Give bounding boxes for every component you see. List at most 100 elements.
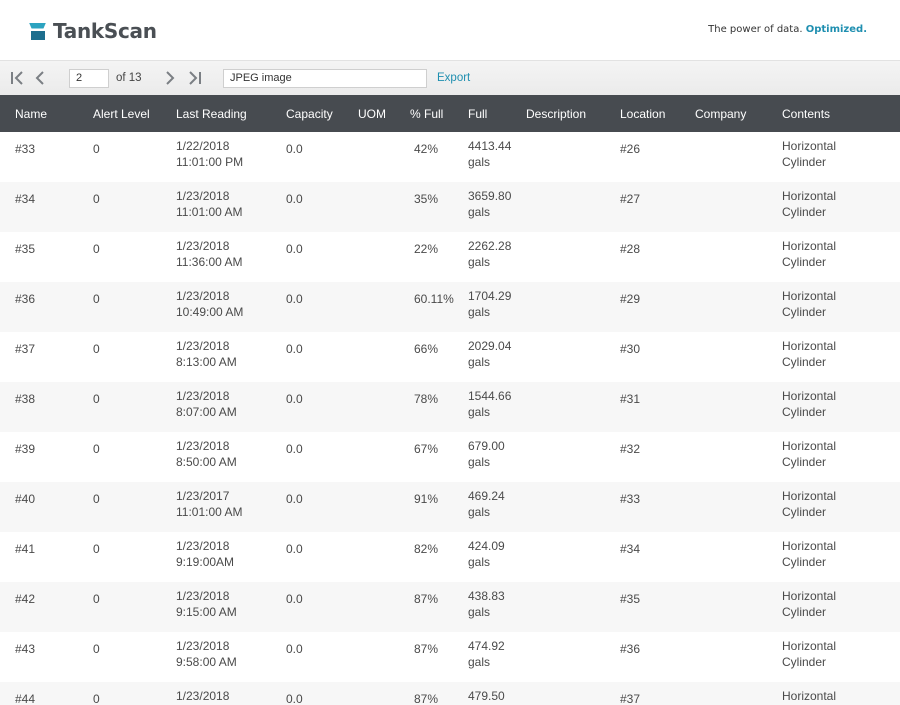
cell-contents-line1: Horizontal	[782, 689, 837, 703]
table-row[interactable]: #38 0 1/23/2018 8:07:00 AM 0.0 78% 1544.66 gals…	[0, 382, 900, 432]
cell-contents-line2: Cylinder	[782, 605, 827, 619]
cell-last-reading-date: 1/23/2017	[176, 489, 230, 503]
cell-percent-full: 60.11%	[414, 292, 454, 306]
cell-name: #37	[15, 342, 36, 356]
cell-contents-line2: Cylinder	[782, 255, 827, 269]
cell-contents-line2: Cylinder	[782, 305, 827, 319]
cell-full-amount: 469.24	[468, 489, 505, 503]
table-row[interactable]: #41 0 1/23/2018 9:19:00AM 0.0 82% 424.09 gals #3…	[0, 532, 900, 582]
next-page-icon[interactable]	[162, 69, 178, 87]
cell-last-reading-time: 11:01:00 AM	[176, 205, 243, 219]
column-header-contents[interactable]: Contents	[782, 107, 830, 121]
cell-full-unit: gals	[468, 405, 491, 419]
column-header-full[interactable]: Full	[468, 107, 487, 121]
tagline: The power of data. Optimized.	[708, 24, 867, 35]
cell-full-unit: gals	[468, 205, 491, 219]
page-number-input[interactable]: 2	[69, 69, 109, 88]
cell-location: #31	[620, 392, 641, 406]
cell-name: #40	[15, 492, 36, 506]
table-row[interactable]: #37 0 1/23/2018 8:13:00 AM 0.0 66% 2029.04 gals…	[0, 332, 900, 382]
cell-capacity: 0.0	[286, 292, 303, 306]
cell-percent-full: 22%	[414, 242, 439, 256]
cell-contents-line2: Cylinder	[782, 455, 827, 469]
cell-last-reading-date: 1/23/2018	[176, 439, 230, 453]
last-page-icon[interactable]	[187, 69, 203, 87]
cell-alert-level: 0	[93, 192, 100, 206]
cell-location: #34	[620, 542, 641, 556]
cell-percent-full: 87%	[414, 692, 439, 705]
cell-full-unit: gals	[468, 305, 491, 319]
cell-capacity: 0.0	[286, 592, 303, 606]
table-row[interactable]: #39 0 1/23/2018 8:50:00 AM 0.0 67% 679.00 gals #…	[0, 432, 900, 482]
cell-name: #44	[15, 692, 36, 705]
cell-last-reading-date: 1/23/2018	[176, 239, 230, 253]
cell-capacity: 0.0	[286, 242, 303, 256]
cell-name: #42	[15, 592, 36, 606]
table-row[interactable]: #36 0 1/23/2018 10:49:00 AM 0.0 60.11% 1704.29…	[0, 282, 900, 332]
cell-contents-line1: Horizontal	[782, 289, 837, 303]
cell-location: #33	[620, 492, 641, 506]
cell-last-reading-time: 11:36:00 AM	[176, 255, 243, 269]
cell-alert-level: 0	[93, 442, 100, 456]
cell-last-reading-date: 1/23/2018	[176, 289, 230, 303]
cell-full-amount: 479.50	[468, 689, 505, 703]
cell-alert-level: 0	[93, 392, 100, 406]
cell-last-reading-time: 8:07:00 AM	[176, 405, 237, 419]
cell-location: #29	[620, 292, 641, 306]
cell-last-reading-time: 9:19:00AM	[176, 555, 235, 569]
prev-page-icon[interactable]	[32, 69, 48, 87]
column-header-last-reading[interactable]: Last Reading	[176, 107, 247, 121]
table-row[interactable]: #35 0 1/23/2018 11:36:00 AM 0.0 22% 2262.28 gal…	[0, 232, 900, 282]
cell-name: #41	[15, 542, 36, 556]
cell-contents-line1: Horizontal	[782, 539, 837, 553]
cell-name: #36	[15, 292, 36, 306]
table-row[interactable]: #43 0 1/23/2018 9:58:00 AM 0.0 87% 474.92 gals #…	[0, 632, 900, 682]
cell-last-reading-date: 1/23/2018	[176, 189, 230, 203]
export-format-select[interactable]: JPEG image	[223, 69, 427, 88]
column-header-uom[interactable]: UOM	[358, 107, 386, 121]
table-row[interactable]: #44 0 1/23/2018 0.0 87% 479.50 #37 Horizontal	[0, 682, 900, 705]
cell-name: #39	[15, 442, 36, 456]
cell-percent-full: 87%	[414, 592, 439, 606]
cell-last-reading-date: 1/23/2018	[176, 589, 230, 603]
table-body: #33 0 1/22/2018 11:01:00 PM 0.0 42% 4413.44 gal…	[0, 132, 900, 705]
tankscan-logo[interactable]: TankScan	[29, 19, 157, 43]
cell-alert-level: 0	[93, 292, 100, 306]
table-row[interactable]: #34 0 1/23/2018 11:01:00 AM 0.0 35% 3659.80 gal…	[0, 182, 900, 232]
cell-alert-level: 0	[93, 342, 100, 356]
cell-contents-line1: Horizontal	[782, 239, 837, 253]
cell-last-reading-date: 1/23/2018	[176, 639, 230, 653]
column-header-location[interactable]: Location	[620, 107, 665, 121]
cell-last-reading-date: 1/23/2018	[176, 389, 230, 403]
cell-full-unit: gals	[468, 605, 491, 619]
cell-contents-line1: Horizontal	[782, 589, 837, 603]
cell-capacity: 0.0	[286, 642, 303, 656]
cell-contents-line1: Horizontal	[782, 489, 837, 503]
cell-percent-full: 35%	[414, 192, 439, 206]
export-link[interactable]: Export	[437, 72, 470, 84]
column-header-company[interactable]: Company	[695, 107, 746, 121]
cell-full-unit: gals	[468, 455, 491, 469]
column-header-description[interactable]: Description	[526, 107, 586, 121]
column-header-percent-full[interactable]: % Full	[410, 107, 443, 121]
column-header-capacity[interactable]: Capacity	[286, 107, 333, 121]
cell-percent-full: 87%	[414, 642, 439, 656]
table-row[interactable]: #42 0 1/23/2018 9:15:00 AM 0.0 87% 438.83 gals #…	[0, 582, 900, 632]
table-row[interactable]: #33 0 1/22/2018 11:01:00 PM 0.0 42% 4413.44 gal…	[0, 132, 900, 182]
cell-full-amount: 424.09	[468, 539, 505, 553]
cell-location: #30	[620, 342, 641, 356]
cell-capacity: 0.0	[286, 442, 303, 456]
cell-contents-line2: Cylinder	[782, 655, 827, 669]
first-page-icon[interactable]	[9, 69, 25, 87]
cell-capacity: 0.0	[286, 342, 303, 356]
table-row[interactable]: #40 0 1/23/2017 11:01:00 AM 0.0 91% 469.24 gals…	[0, 482, 900, 532]
column-header-alert-level[interactable]: Alert Level	[93, 107, 150, 121]
cell-full-amount: 1544.66	[468, 389, 512, 403]
app-header: TankScan The power of data. Optimized.	[0, 0, 900, 60]
page-count: of 13	[116, 72, 142, 84]
column-header-name[interactable]: Name	[15, 107, 47, 121]
cell-full-unit: gals	[468, 655, 491, 669]
cell-percent-full: 91%	[414, 492, 439, 506]
cell-contents-line1: Horizontal	[782, 389, 837, 403]
cell-alert-level: 0	[93, 492, 100, 506]
